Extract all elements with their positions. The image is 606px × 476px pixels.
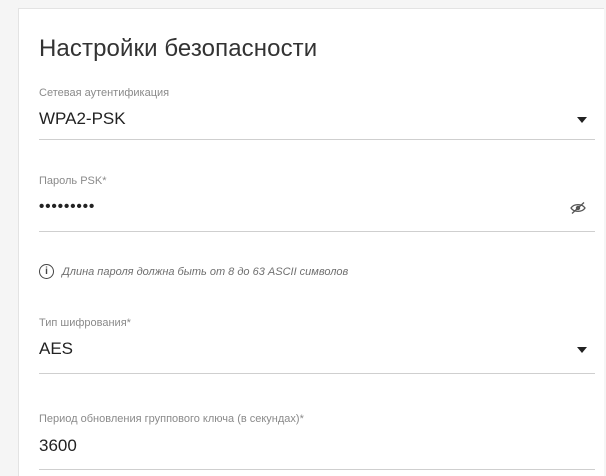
psk-underline xyxy=(39,231,595,232)
cipher-label: Тип шифрования* xyxy=(39,317,131,329)
chevron-down-icon xyxy=(577,117,587,123)
password-hint: i Длина пароля должна быть от 8 до 63 AS… xyxy=(39,264,348,279)
auth-underline xyxy=(39,139,595,140)
group-key-label: Период обновления группового ключа (в се… xyxy=(39,413,304,425)
security-settings-panel: Настройки безопасности Сетевая аутентифи… xyxy=(18,8,604,476)
cipher-select[interactable]: Тип шифрования* AES xyxy=(39,317,595,379)
auth-label: Сетевая аутентификация xyxy=(39,87,170,99)
auth-value: WPA2-PSK xyxy=(39,109,126,128)
auth-select[interactable]: Сетевая аутентификация WPA2-PSK xyxy=(39,87,595,149)
password-hint-text: Длина пароля должна быть от 8 до 63 ASCI… xyxy=(62,265,349,278)
cipher-underline xyxy=(39,373,595,374)
eye-off-icon[interactable] xyxy=(569,201,587,215)
section-title: Настройки безопасности xyxy=(39,35,318,62)
psk-value: ••••••••• xyxy=(39,198,96,215)
chevron-down-icon xyxy=(577,347,587,353)
info-icon: i xyxy=(39,264,54,279)
cipher-value: AES xyxy=(39,339,74,358)
psk-password-field[interactable]: Пароль PSK* ••••••••• xyxy=(39,175,595,237)
group-key-period-field[interactable]: Период обновления группового ключа (в се… xyxy=(39,413,595,473)
group-key-value: 3600 xyxy=(39,436,77,455)
psk-label: Пароль PSK* xyxy=(39,175,107,187)
group-key-underline xyxy=(39,469,595,470)
